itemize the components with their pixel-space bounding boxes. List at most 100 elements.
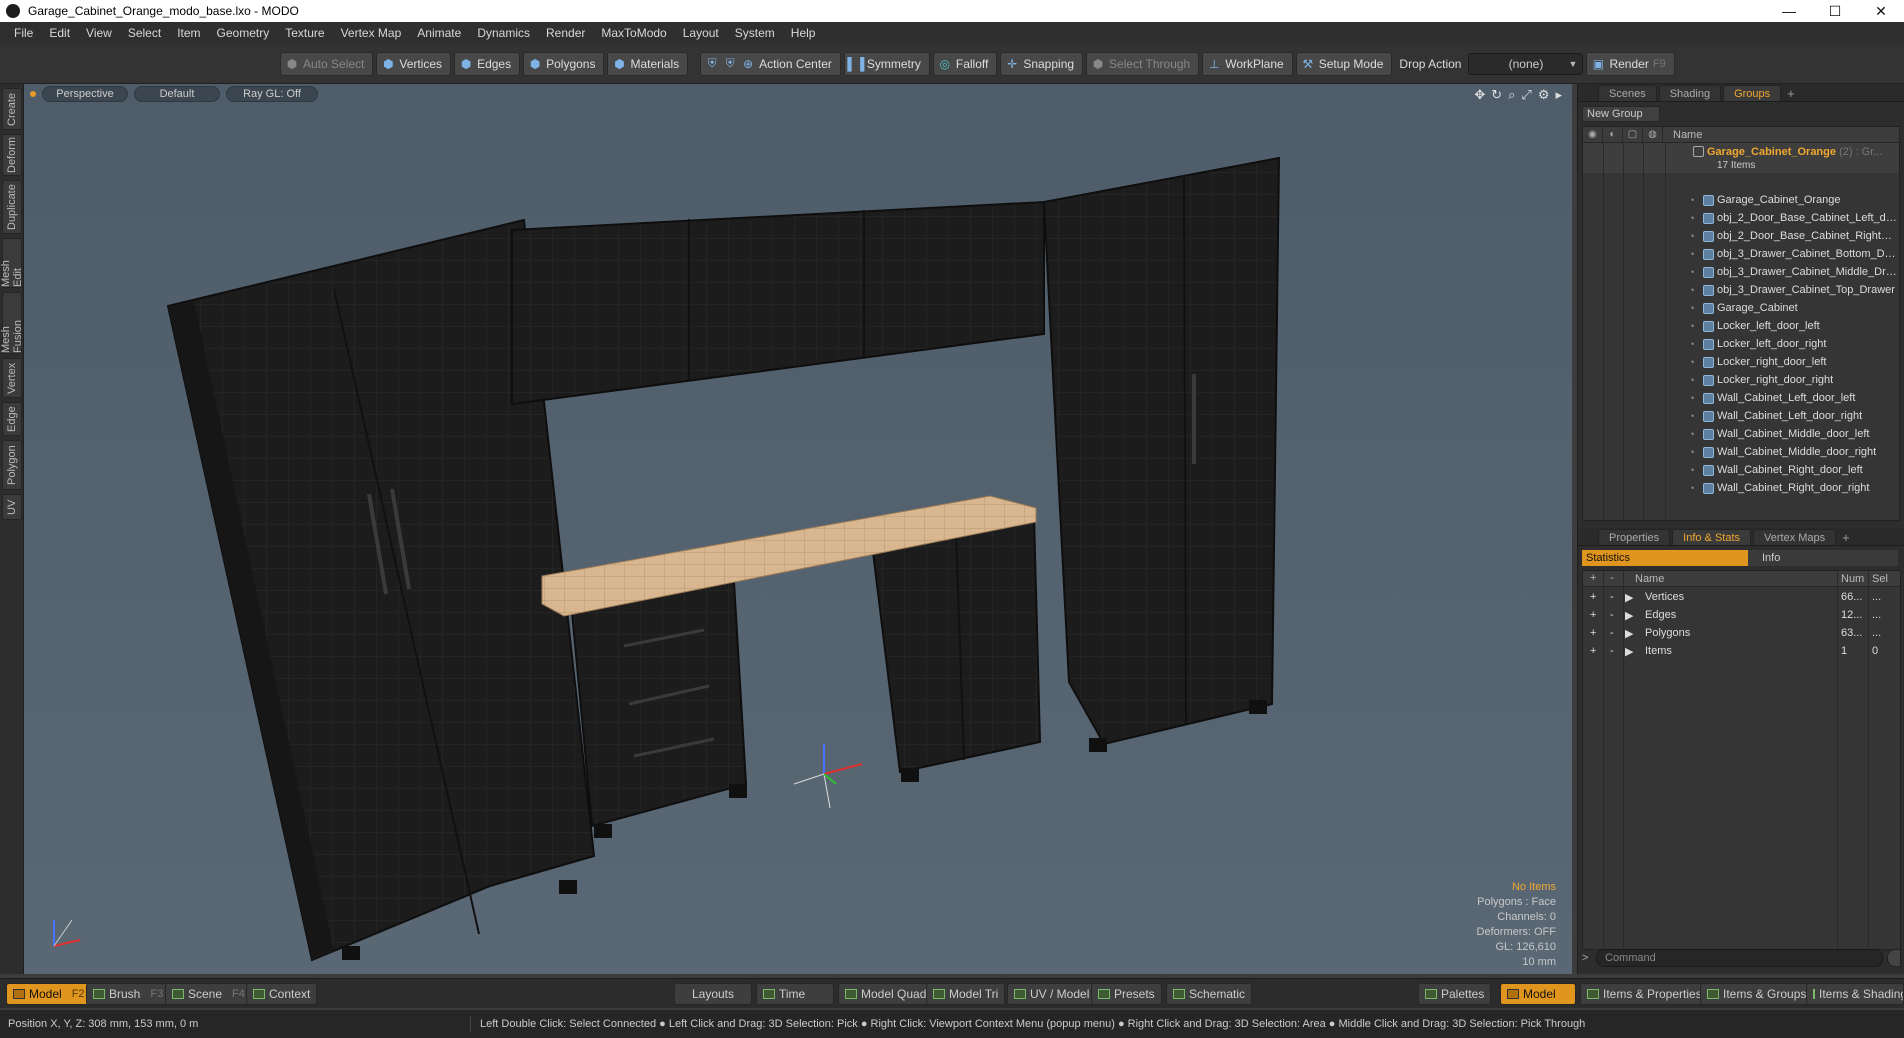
drawer-cabinet-mesh[interactable]: [570, 580, 748, 828]
tab-items-groups[interactable]: Items & Groups: [1700, 983, 1814, 1005]
tab-items-properties[interactable]: Items & Properties: [1580, 983, 1709, 1005]
right-locker-mesh[interactable]: [1042, 156, 1281, 746]
statistics-tab[interactable]: Statistics: [1582, 550, 1748, 566]
list-item[interactable]: • Wall_Cabinet_Right_door_left: [1583, 461, 1899, 479]
menu-edit[interactable]: Edit: [41, 22, 78, 44]
edges-button[interactable]: ⬢ Edges: [454, 51, 521, 76]
layout-uv-model-button[interactable]: UV / Model: [1007, 983, 1097, 1005]
tab-create[interactable]: Create: [2, 88, 22, 130]
tab-info-stats[interactable]: Info & Stats: [1672, 529, 1752, 545]
table-row[interactable]: + - ▶ Items 1 0: [1583, 643, 1900, 661]
tab-scenes[interactable]: Scenes: [1598, 85, 1657, 101]
menu-render[interactable]: Render: [538, 22, 593, 44]
list-item[interactable]: • obj_3_Drawer_Cabinet_Middle_Drawer: [1583, 263, 1899, 281]
list-item[interactable]: • Locker_left_door_left: [1583, 317, 1899, 335]
tab-mesh-edit[interactable]: Mesh Edit: [0, 238, 24, 288]
select-toggle-icon[interactable]: ◍: [1643, 126, 1663, 143]
maximize-button[interactable]: ☐: [1812, 0, 1858, 22]
drop-action-select[interactable]: (none) ▼: [1468, 52, 1584, 75]
collapse-all-icon[interactable]: -: [1610, 572, 1614, 584]
list-item[interactable]: • Garage_Cabinet: [1583, 299, 1899, 317]
transform-gizmo[interactable]: [793, 744, 863, 809]
menu-file[interactable]: File: [6, 22, 41, 44]
list-item[interactable]: • Wall_Cabinet_Left_door_left: [1583, 389, 1899, 407]
auto-select-button[interactable]: ⬢ Auto Select: [280, 51, 374, 76]
render-toggle-icon[interactable]: ◐: [1603, 126, 1623, 143]
shading-mode-button[interactable]: Default: [134, 86, 220, 102]
list-item[interactable]: • Wall_Cabinet_Right_door_right: [1583, 479, 1899, 497]
menu-view[interactable]: View: [78, 22, 120, 44]
menu-item[interactable]: Item: [169, 22, 208, 44]
tab-model-right[interactable]: Model: [1500, 983, 1576, 1005]
render-button[interactable]: ▣ Render F9: [1586, 51, 1675, 76]
layout-context-button[interactable]: Context: [246, 983, 318, 1005]
list-item[interactable]: • Garage_Cabinet_Orange: [1583, 191, 1899, 209]
tab-mesh-fusion[interactable]: Mesh Fusion: [0, 292, 24, 354]
symmetry-button[interactable]: ▌▐ Symmetry: [843, 51, 930, 76]
list-item[interactable]: • obj_2_Door_Base_Cabinet_Right_door: [1583, 227, 1899, 245]
lock-icon[interactable]: ▢: [1623, 126, 1643, 143]
list-item[interactable]: • obj_3_Drawer_Cabinet_Top_Drawer: [1583, 281, 1899, 299]
move-view-icon[interactable]: ✥: [1474, 87, 1485, 103]
layout-brush-button[interactable]: Brush F3: [86, 983, 171, 1005]
layout-schematic-button[interactable]: Schematic: [1166, 983, 1253, 1005]
snapping-button[interactable]: ✛ Snapping: [1000, 51, 1084, 76]
minimize-button[interactable]: —: [1766, 0, 1812, 22]
gear-icon[interactable]: ⚙: [1538, 87, 1550, 103]
menu-select[interactable]: Select: [120, 22, 169, 44]
tab-edge[interactable]: Edge: [2, 402, 22, 436]
materials-button[interactable]: ⬢ Materials: [607, 51, 689, 76]
falloff-button[interactable]: ◎ Falloff: [932, 51, 998, 76]
raygl-button[interactable]: Ray GL: Off: [226, 86, 318, 102]
zoom-view-icon[interactable]: ⌕: [1508, 87, 1515, 103]
list-item[interactable]: • obj_3_Drawer_Cabinet_Bottom_Drawer: [1583, 245, 1899, 263]
command-input[interactable]: Command: [1596, 949, 1883, 967]
menu-maxtomodo[interactable]: MaxToModo: [593, 22, 674, 44]
close-button[interactable]: ✕: [1858, 0, 1904, 22]
tab-uv[interactable]: UV: [2, 494, 22, 520]
tab-deform[interactable]: Deform: [2, 134, 22, 176]
menu-help[interactable]: Help: [783, 22, 824, 44]
menu-layout[interactable]: Layout: [675, 22, 727, 44]
list-item[interactable]: • Locker_left_door_right: [1583, 335, 1899, 353]
table-row[interactable]: + - ▶ Polygons 63......: [1583, 625, 1900, 643]
add-tab-icon[interactable]: +: [1783, 86, 1799, 101]
tab-polygon[interactable]: Polygon: [2, 440, 22, 490]
play-arrow-icon[interactable]: ▸: [1555, 87, 1562, 103]
new-group-button[interactable]: New Group: [1582, 106, 1660, 122]
menu-texture[interactable]: Texture: [277, 22, 332, 44]
table-row[interactable]: + - ▶ Edges 12......: [1583, 607, 1900, 625]
tab-vertex-maps[interactable]: Vertex Maps: [1753, 529, 1837, 545]
tab-items-shading[interactable]: Items & Shading: [1806, 983, 1904, 1005]
layout-model-tri-button[interactable]: Model Tri: [926, 983, 1006, 1005]
polygons-button[interactable]: ⬢ Polygons: [523, 51, 605, 76]
group-row[interactable]: Garage_Cabinet_Orange (2) : Gr... 17 Ite…: [1583, 143, 1899, 173]
tab-duplicate[interactable]: Duplicate: [2, 180, 22, 234]
command-run-button[interactable]: [1887, 949, 1901, 967]
action-center-button[interactable]: ⛨ ⛨ ⊕ Action Center: [700, 51, 841, 76]
list-item[interactable]: • Wall_Cabinet_Middle_door_left: [1583, 425, 1899, 443]
3d-viewport[interactable]: Perspective Default Ray GL: Off ✥ ↻ ⌕ ⤢ …: [24, 84, 1572, 974]
command-history-icon[interactable]: >: [1582, 952, 1592, 964]
rotate-view-icon[interactable]: ↻: [1491, 87, 1502, 103]
menu-geometry[interactable]: Geometry: [209, 22, 278, 44]
menu-system[interactable]: System: [727, 22, 783, 44]
menu-animate[interactable]: Animate: [409, 22, 469, 44]
visibility-eye-icon[interactable]: ◉: [1583, 126, 1603, 143]
menu-dynamics[interactable]: Dynamics: [469, 22, 538, 44]
maximize-view-icon[interactable]: ⤢: [1521, 87, 1531, 103]
layout-model-quad-button[interactable]: Model Quad: [838, 983, 934, 1005]
select-through-button[interactable]: ⬢ Select Through: [1086, 51, 1200, 76]
expand-all-icon[interactable]: +: [1590, 572, 1596, 584]
tab-vertex[interactable]: Vertex: [2, 358, 22, 398]
list-item[interactable]: • Wall_Cabinet_Middle_door_right: [1583, 443, 1899, 461]
view-type-button[interactable]: Perspective: [42, 86, 128, 102]
layout-time-button[interactable]: Time: [756, 983, 834, 1005]
setup-mode-button[interactable]: ⚒ Setup Mode: [1295, 51, 1393, 76]
workplane-button[interactable]: ⊥ WorkPlane: [1202, 51, 1293, 76]
scene-render[interactable]: [24, 84, 1572, 974]
layout-presets-button[interactable]: Presets: [1091, 983, 1162, 1005]
tab-shading[interactable]: Shading: [1658, 85, 1722, 101]
layout-scene-button[interactable]: Scene F4: [165, 983, 252, 1005]
menu-vertex-map[interactable]: Vertex Map: [333, 22, 410, 44]
